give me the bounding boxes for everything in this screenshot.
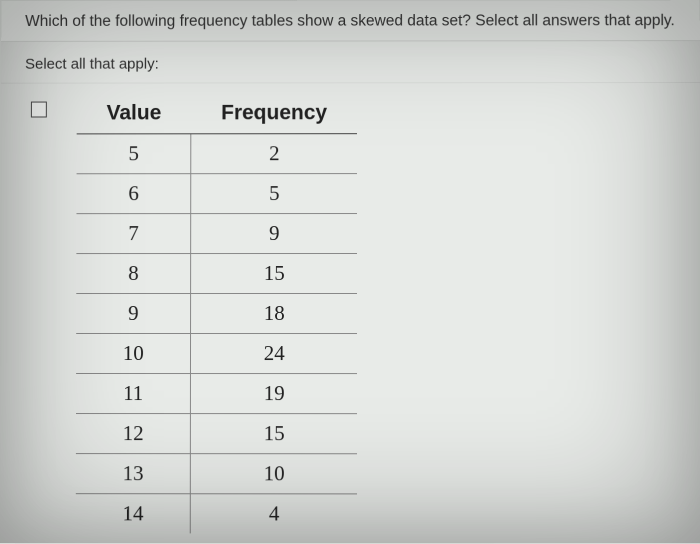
table-row: 7 9 xyxy=(76,214,357,254)
cell-frequency: 19 xyxy=(191,374,357,414)
instruction-text: Select all that apply: xyxy=(1,41,700,84)
table-row: 11 19 xyxy=(76,373,357,413)
question-text: Which of the following frequency tables … xyxy=(1,0,700,42)
cell-frequency: 15 xyxy=(191,414,357,454)
cell-value: 7 xyxy=(76,214,191,254)
cell-frequency: 4 xyxy=(191,494,357,534)
table-row: 14 4 xyxy=(76,494,357,534)
table-row: 6 5 xyxy=(76,174,357,214)
cell-value: 5 xyxy=(77,134,192,174)
cell-frequency: 15 xyxy=(191,254,357,294)
cell-frequency: 2 xyxy=(191,134,357,174)
table-header-row: Value Frequency xyxy=(77,95,357,134)
cell-value: 13 xyxy=(76,454,191,494)
cell-value: 6 xyxy=(76,174,191,214)
cell-frequency: 18 xyxy=(191,294,357,334)
table-row: 13 10 xyxy=(76,454,357,494)
cell-value: 9 xyxy=(76,294,191,334)
option-checkbox[interactable] xyxy=(31,102,47,118)
header-frequency: Frequency xyxy=(191,95,357,134)
table-row: 8 15 xyxy=(76,254,357,294)
cell-frequency: 10 xyxy=(191,454,357,494)
cell-frequency: 24 xyxy=(191,334,357,374)
header-value: Value xyxy=(77,95,192,133)
cell-frequency: 9 xyxy=(191,214,357,254)
cell-value: 11 xyxy=(76,373,191,413)
table-row: 5 2 xyxy=(77,134,358,174)
frequency-table: Value Frequency 5 2 6 5 7 9 8 xyxy=(76,95,357,533)
cell-value: 14 xyxy=(76,494,191,534)
answer-option: Value Frequency 5 2 6 5 7 9 8 xyxy=(0,83,700,534)
table-row: 9 18 xyxy=(76,294,357,334)
cell-value: 12 xyxy=(76,414,191,454)
cell-value: 8 xyxy=(76,254,191,294)
table-row: 10 24 xyxy=(76,333,357,373)
cell-value: 10 xyxy=(76,333,191,373)
cell-frequency: 5 xyxy=(191,174,357,214)
table-row: 12 15 xyxy=(76,414,357,454)
